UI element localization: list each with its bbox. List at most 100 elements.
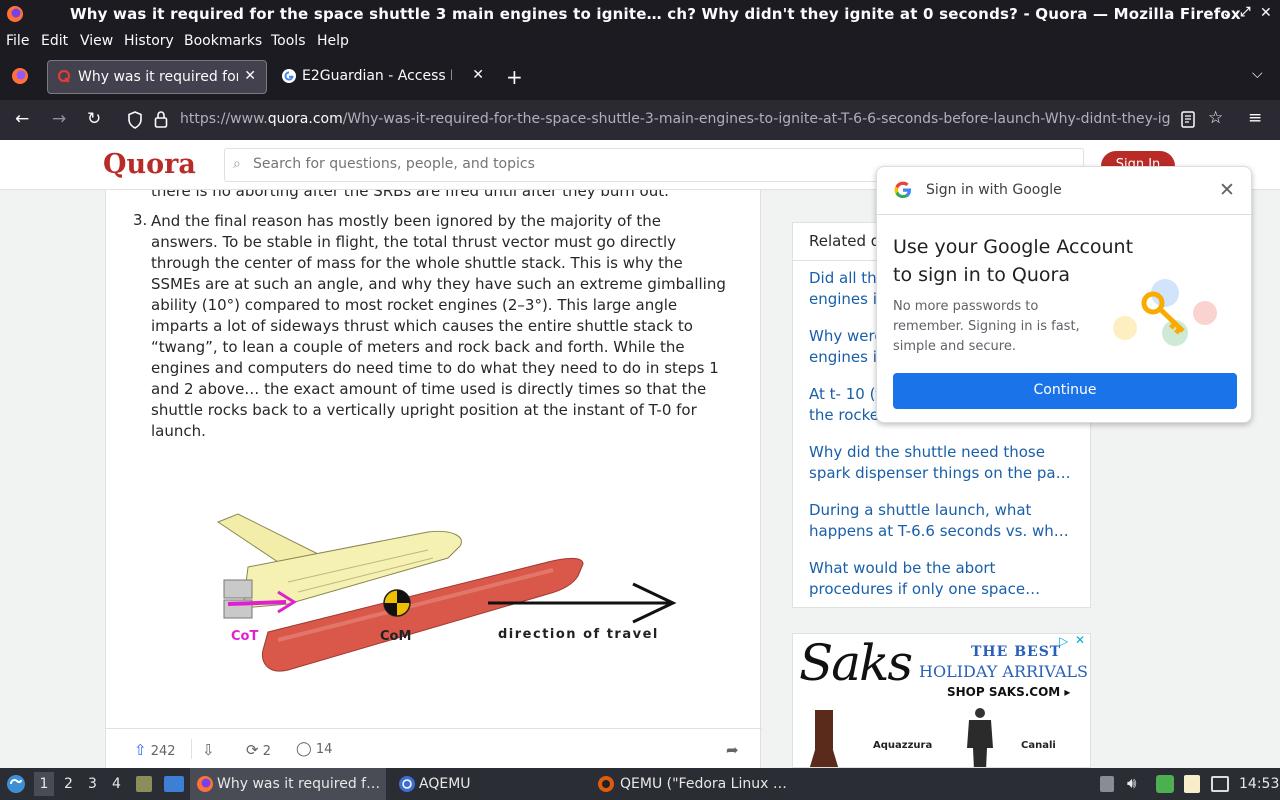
close-icon[interactable]: ✕ [1219,179,1235,201]
suit-image [965,708,995,767]
ad-item-1: Aquazzura [873,740,933,751]
bookmark-star-icon[interactable]: ☆ [1208,108,1223,128]
window-title: Why was it required for the space shuttl… [70,5,1241,23]
shield-icon[interactable] [127,111,143,133]
direction-label: direction of travel [498,627,659,642]
display-icon[interactable] [1211,776,1229,792]
key-illustration-icon [1105,273,1225,357]
notes-icon[interactable] [1184,775,1200,793]
menu-history[interactable]: History [124,33,174,49]
comment-count: 14 [315,742,333,757]
cot-label: CoT [231,629,258,644]
share-arrow-icon[interactable]: ➦ [726,741,739,759]
back-arrow-icon[interactable]: ← [15,109,29,129]
comment-icon: ◯ [296,741,312,757]
list-number: 3. [133,211,148,229]
desktop-icon[interactable] [164,776,184,792]
clipboard-icon[interactable] [1100,776,1114,792]
tab-e2guardian[interactable]: E2Guardian - Access Denied ✕ [272,60,494,94]
workspace-4[interactable]: 4 [112,776,121,792]
ad-headline-1: THE BEST [971,644,1062,660]
tab-quora[interactable]: Why was it required for the space ✕ [47,60,267,94]
upvote-button[interactable]: ⇧ 242 [134,741,176,759]
boot-image [805,710,839,767]
quora-favicon [57,69,71,87]
task-aqemu-label: AQEMU [419,776,471,792]
menu-edit[interactable]: Edit [41,33,68,49]
google-g-icon [893,180,913,204]
share-count-button[interactable]: ⟳ 2 [246,741,271,759]
network-icon[interactable] [1156,775,1174,793]
saks-advertisement[interactable]: ▷ ✕ Saks THE BEST HOLIDAY ARRIVALS SHOP … [792,633,1091,768]
workspace-3[interactable]: 3 [88,776,97,792]
firefox-icon [196,775,214,797]
menu-help[interactable]: Help [317,33,349,49]
search-icon: ⌕ [233,156,241,172]
menu-file[interactable]: File [6,33,29,49]
google-signin-popup: Sign in with Google ✕ Use your Google Ac… [876,166,1252,423]
reload-icon[interactable]: ↻ [87,109,101,129]
related-link-6[interactable]: What would be the abort procedures if on… [809,558,1079,600]
task-qemu-label: QEMU ("Fedora Linux … [620,776,787,792]
task-aqemu[interactable]: AQEMU [392,768,588,800]
shuttle-diagram: CoT CoM direction of travel [178,512,698,682]
file-manager-icon[interactable] [136,776,152,792]
menu-view[interactable]: View [80,33,113,49]
task-firefox[interactable]: Why was it required f… [190,768,386,800]
menu-bookmarks[interactable]: Bookmarks [184,33,262,49]
lock-icon[interactable] [154,110,168,132]
aqemu-icon [398,775,416,797]
com-label: CoM [380,629,411,644]
navigation-bar: ← → ↻ https://www.quora.com/Why-was-it-r… [0,100,1280,140]
popup-subtext: No more passwords to remember. Signing i… [893,299,1080,354]
menu-bar: File Edit View History Bookmarks Tools H… [0,30,1280,54]
continue-button[interactable]: Continue [893,373,1237,409]
new-tab-icon[interactable]: + [506,65,523,89]
ad-close-icon[interactable]: ✕ [1075,634,1085,647]
app-menu-icon[interactable] [6,774,26,798]
saks-logo: Saks [799,634,913,692]
qemu-icon [596,775,616,797]
popup-title: Sign in with Google [926,182,1062,198]
menu-tools[interactable]: Tools [271,33,306,49]
hamburger-menu-icon[interactable]: ≡ [1248,108,1262,128]
tab-close-icon[interactable]: ✕ [472,67,484,83]
comment-button[interactable]: ◯ 14 [296,741,332,757]
quora-logo[interactable]: Quora [103,149,196,180]
url-domain: quora.com [267,111,343,127]
tab-e2guardian-label: E2Guardian - Access Denied [302,68,452,84]
clock[interactable]: 14:53 [1239,776,1279,792]
firefox-view-icon[interactable] [11,67,29,89]
close-window-icon[interactable]: ✕ [1260,5,1272,21]
popup-header: Sign in with Google ✕ [877,167,1251,215]
url-path: /Why-was-it-required-for-the-space-shutt… [342,111,1170,127]
workspace-2[interactable]: 2 [64,776,73,792]
reader-view-icon[interactable] [1181,111,1195,132]
task-qemu[interactable]: QEMU ("Fedora Linux … [592,768,792,800]
volume-icon[interactable]: 🔊︎ [1127,774,1136,792]
minimize-icon[interactable]: ⌄ [1222,6,1233,21]
answer-action-bar: ⇧ 242 ⇩ ⟳ 2 ◯ 14 ➦ [106,728,762,768]
ad-headline-2: HOLIDAY ARRIVALS [919,662,1088,681]
task-firefox-label: Why was it required f… [217,776,381,792]
answer-card: there is no aborting after the SRBs are … [105,182,762,768]
tab-close-icon[interactable]: ✕ [244,68,256,84]
tab-list-chevron-icon[interactable]: ⌵ [1252,66,1263,82]
forward-arrow-icon[interactable]: → [52,109,66,129]
system-taskbar: 1 2 3 4 Why was it required f… AQEMU QEM… [0,768,1280,800]
maximize-icon[interactable]: ⤢ [1240,5,1250,20]
tab-quora-label: Why was it required for the space [78,69,238,85]
url-bar[interactable]: https://www.quora.com/Why-was-it-require… [180,111,1170,127]
downvote-arrow-icon: ⇩ [202,741,215,759]
share-count: 2 [262,744,271,759]
reshare-icon: ⟳ [246,741,259,759]
firefox-icon [6,5,24,27]
downvote-button[interactable]: ⇩ [202,741,215,759]
divider [191,739,192,759]
related-link-4[interactable]: Why did the shuttle need those spark dis… [809,442,1079,484]
tab-bar: Why was it required for the space ✕ E2Gu… [0,54,1280,100]
related-link-5[interactable]: During a shuttle launch, what happens at… [809,500,1079,542]
url-prefix: https://www. [180,111,268,127]
workspace-1[interactable]: 1 [34,772,54,796]
google-favicon [281,68,297,88]
